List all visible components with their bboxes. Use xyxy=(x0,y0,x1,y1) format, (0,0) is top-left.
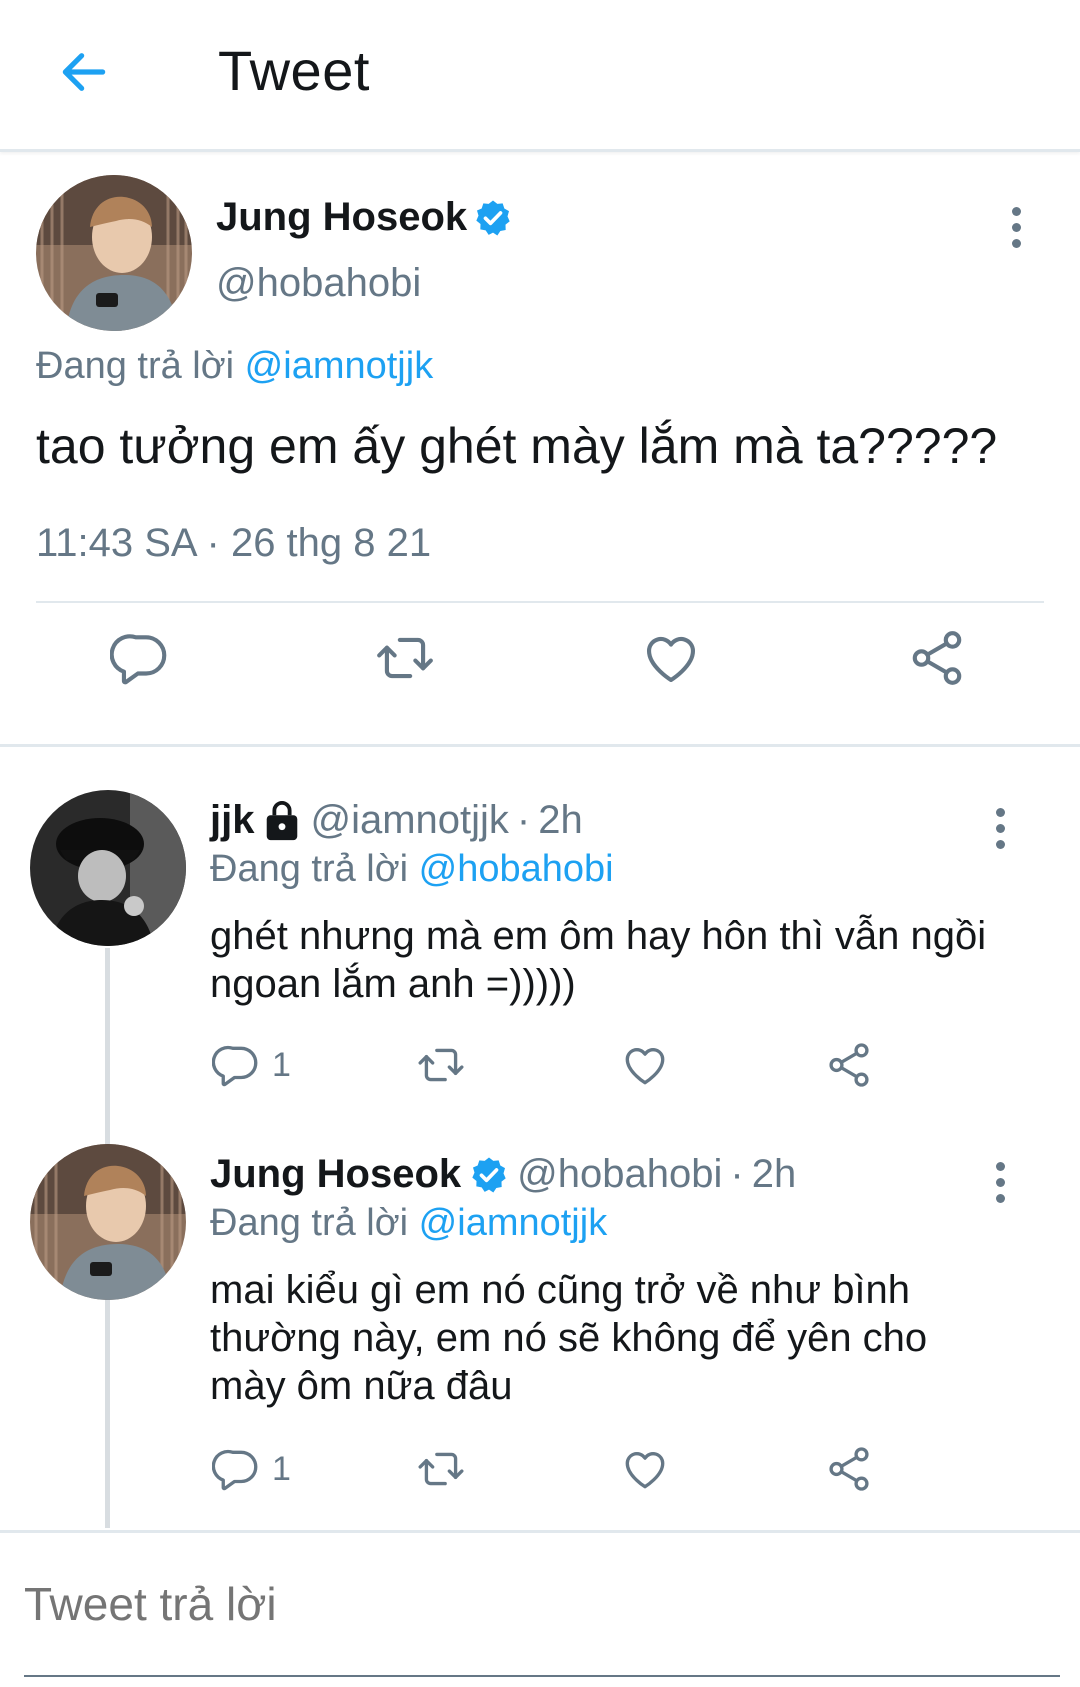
back-arrow-icon xyxy=(62,53,106,91)
retweet-icon xyxy=(372,627,438,689)
retweet-icon xyxy=(414,1040,468,1090)
avatar[interactable] xyxy=(30,1144,186,1300)
avatar[interactable] xyxy=(36,175,192,331)
share-button[interactable] xyxy=(824,1444,874,1494)
back-button[interactable] xyxy=(52,40,116,104)
mention-link[interactable]: @iamnotjjk xyxy=(419,1202,608,1244)
reply-tweet[interactable]: Jung Hoseok @hobahobi · 2h Đang trả lời … xyxy=(0,1144,1080,1504)
tweet-text: tao tưởng em ấy ghét mày lắm mà ta????? xyxy=(36,418,998,474)
like-button[interactable] xyxy=(620,1444,670,1494)
more-icon xyxy=(995,807,1005,817)
reply-header: jjk @iamnotjjk · 2h xyxy=(210,798,583,843)
author-name[interactable]: Jung Hoseok xyxy=(210,1152,461,1197)
reply-button[interactable]: 1 xyxy=(212,1444,291,1494)
retweet-icon xyxy=(414,1444,468,1494)
share-button[interactable] xyxy=(906,627,968,689)
tweet-time[interactable]: 2h xyxy=(752,1152,797,1197)
reply-icon xyxy=(110,627,172,689)
verified-badge-icon xyxy=(473,198,513,238)
main-tweet: Jung Hoseok @hobahobi Đang trả lời @iamn… xyxy=(0,155,1080,747)
reply-button[interactable] xyxy=(110,627,172,689)
author-handle[interactable]: @hobahobi xyxy=(517,1152,722,1197)
more-icon xyxy=(1011,206,1021,216)
more-icon xyxy=(995,1161,1005,1171)
share-icon xyxy=(824,1444,874,1494)
like-button[interactable] xyxy=(620,1040,670,1090)
like-icon xyxy=(640,627,702,689)
more-options-button[interactable] xyxy=(980,798,1020,858)
tweet-timestamp[interactable]: 11:43 SA · 26 thg 8 21 xyxy=(36,521,431,566)
share-icon xyxy=(906,627,968,689)
mention-link[interactable]: @iamnotjjk xyxy=(245,345,434,387)
reply-icon xyxy=(212,1444,262,1494)
lock-icon xyxy=(267,800,298,840)
tweet-text: ghét nhưng mà em ôm hay hôn thì vẫn ngồi… xyxy=(210,914,987,1006)
author-handle[interactable]: @iamnotjjk xyxy=(310,798,508,843)
reply-button[interactable]: 1 xyxy=(212,1040,291,1090)
input-underline xyxy=(24,1675,1060,1677)
share-button[interactable] xyxy=(824,1040,874,1090)
author-name[interactable]: jjk xyxy=(210,798,254,843)
retweet-button[interactable] xyxy=(414,1444,468,1494)
more-options-button[interactable] xyxy=(980,1152,1020,1212)
author-name[interactable]: Jung Hoseok xyxy=(216,195,467,240)
like-icon xyxy=(620,1444,670,1494)
reply-icon xyxy=(212,1040,262,1090)
reply-count: 1 xyxy=(272,1045,291,1084)
avatar[interactable] xyxy=(30,790,186,946)
tweet-time[interactable]: 2h xyxy=(538,798,583,843)
replying-to: Đang trả lời @hobahobi xyxy=(210,848,614,890)
more-options-button[interactable] xyxy=(996,197,1036,257)
page-title: Tweet xyxy=(218,39,370,102)
author-handle[interactable]: @hobahobi xyxy=(216,261,421,306)
reply-count: 1 xyxy=(272,1449,291,1488)
verified-badge-icon xyxy=(469,1155,509,1195)
top-bar: Tweet xyxy=(0,0,1080,152)
like-button[interactable] xyxy=(640,627,702,689)
retweet-button[interactable] xyxy=(372,627,438,689)
replying-to: Đang trả lời @iamnotjjk xyxy=(36,345,434,387)
reply-tweet[interactable]: jjk @iamnotjjk · 2h Đang trả lời @hobaho… xyxy=(0,790,1080,1090)
reply-header: Jung Hoseok @hobahobi · 2h xyxy=(210,1152,797,1197)
mention-link[interactable]: @hobahobi xyxy=(419,848,614,890)
compose-bar xyxy=(0,1530,1080,1687)
retweet-button[interactable] xyxy=(414,1040,468,1090)
tweet-text: mai kiểu gì em nó cũng trở về như bình t… xyxy=(210,1268,928,1408)
share-icon xyxy=(824,1040,874,1090)
reply-input[interactable] xyxy=(24,1577,1024,1631)
divider xyxy=(36,601,1044,603)
replying-to: Đang trả lời @iamnotjjk xyxy=(210,1202,608,1244)
author-name-row[interactable]: Jung Hoseok xyxy=(216,195,513,240)
like-icon xyxy=(620,1040,670,1090)
